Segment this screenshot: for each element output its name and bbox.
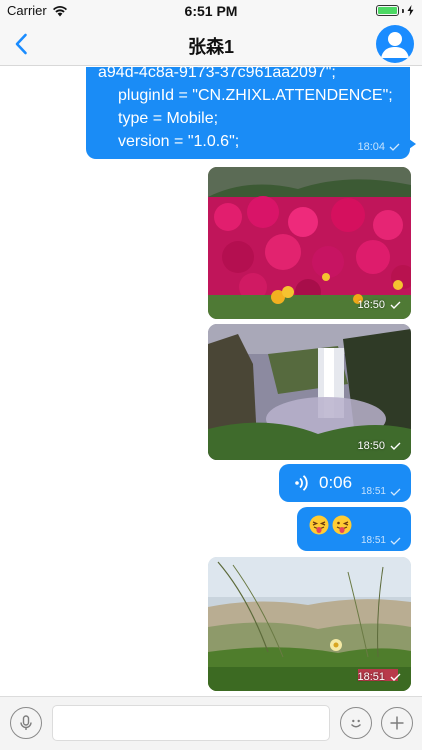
message-input[interactable] bbox=[52, 705, 330, 741]
timestamp-label: 18:51 bbox=[357, 671, 385, 683]
winking-tongue-emoji-icon bbox=[332, 515, 352, 535]
message-line: pluginId = "CN.ZHIXL.ATTENDENCE"; bbox=[118, 87, 393, 104]
check-icon bbox=[390, 301, 401, 309]
contact-avatar-button[interactable] bbox=[376, 25, 414, 63]
timestamp-label: 18:50 bbox=[357, 299, 385, 311]
emoji-row bbox=[309, 515, 352, 535]
flower-photo bbox=[208, 167, 411, 319]
timestamp-label: 18:51 bbox=[360, 535, 386, 546]
voice-duration: 0:06 bbox=[319, 473, 353, 492]
check-icon bbox=[390, 537, 401, 545]
message-timestamp: 18:51 bbox=[361, 535, 401, 546]
battery-indicator bbox=[376, 5, 414, 16]
bubble-tail bbox=[409, 139, 416, 149]
message-list[interactable]: a94d-4c8a-9173-37c961aa2097"; pluginId =… bbox=[0, 67, 422, 696]
charging-bolt-icon bbox=[407, 5, 414, 16]
voice-input-button[interactable] bbox=[10, 707, 42, 739]
voice-wave-icon bbox=[293, 474, 311, 492]
message-line: type = Mobile; bbox=[118, 110, 219, 127]
emoji-message[interactable]: 18:51 bbox=[297, 507, 411, 551]
clock: 6:51 PM bbox=[184, 3, 238, 19]
timestamp-label: 18:51 bbox=[360, 486, 386, 497]
nav-bar: 张森1 bbox=[0, 22, 422, 66]
plus-icon bbox=[390, 716, 404, 730]
message-line: version = "1.0.6"; bbox=[118, 133, 240, 150]
check-icon bbox=[390, 673, 401, 681]
image-message-grass[interactable]: 18:51 bbox=[208, 557, 411, 691]
message-timestamp: 18:50 bbox=[357, 299, 401, 311]
chat-title: 张森1 bbox=[187, 37, 234, 57]
timestamp-label: 18:04 bbox=[357, 141, 385, 153]
emoji-picker-button[interactable] bbox=[340, 707, 372, 739]
image-message-waterfall[interactable]: 18:50 bbox=[208, 324, 411, 460]
battery-level bbox=[378, 7, 397, 14]
image-message-flowers[interactable]: 18:50 bbox=[208, 167, 411, 319]
text-message[interactable]: a94d-4c8a-9173-37c961aa2097"; pluginId =… bbox=[86, 67, 416, 159]
check-icon bbox=[390, 442, 401, 450]
message-timestamp: 18:04 bbox=[357, 141, 400, 153]
status-bar: Carrier 6:51 PM bbox=[0, 0, 422, 22]
timestamp-label: 18:50 bbox=[357, 440, 385, 452]
message-timestamp: 18:50 bbox=[357, 440, 401, 452]
message-timestamp: 18:51 bbox=[361, 486, 401, 497]
user-avatar-icon bbox=[381, 32, 409, 58]
message-timestamp: 18:51 bbox=[357, 671, 401, 683]
check-icon bbox=[389, 143, 400, 151]
input-toolbar bbox=[0, 696, 422, 750]
check-icon bbox=[390, 488, 401, 496]
battery-icon bbox=[376, 5, 399, 16]
battery-tip bbox=[402, 8, 404, 13]
smiley-icon bbox=[351, 719, 361, 728]
microphone-icon bbox=[20, 715, 32, 730]
tongue-out-emoji-icon bbox=[309, 515, 329, 535]
more-options-button[interactable] bbox=[381, 707, 413, 739]
voice-message[interactable]: 0:06 18:51 bbox=[279, 464, 411, 502]
message-line: a94d-4c8a-9173-37c961aa2097"; bbox=[98, 67, 336, 81]
